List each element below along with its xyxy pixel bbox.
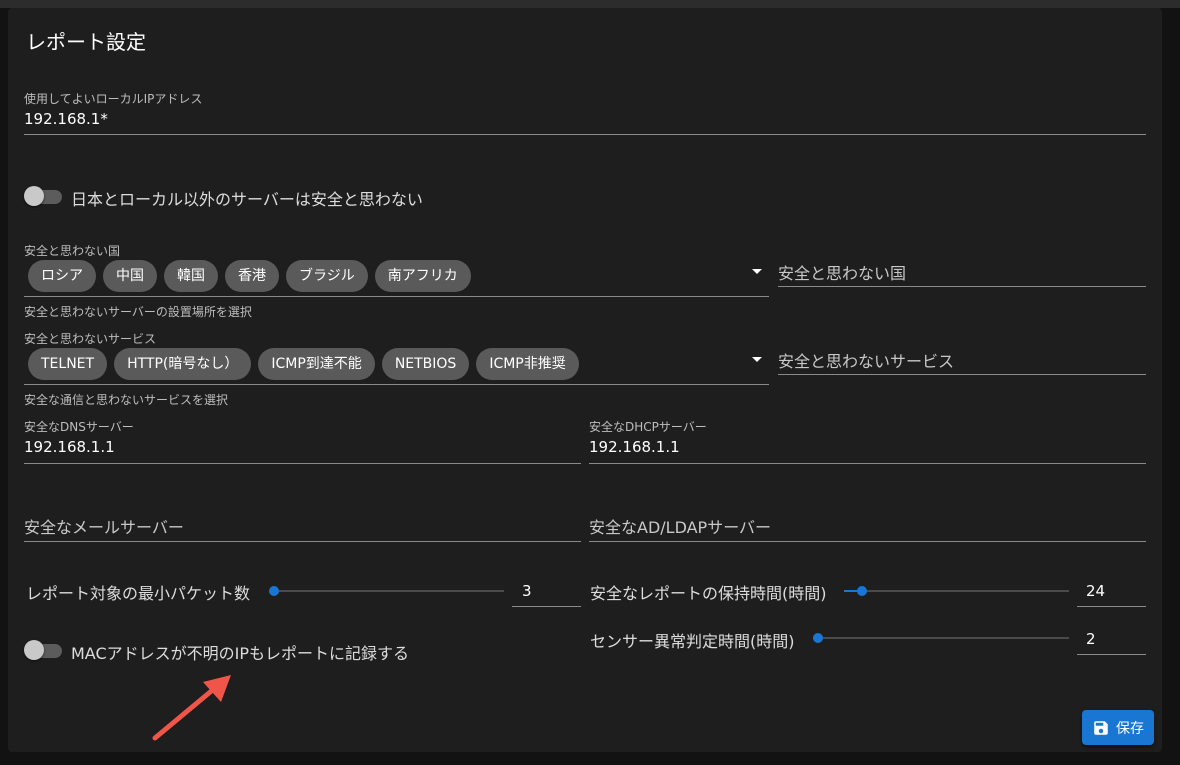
sensor-value[interactable]: 2 [1086,630,1096,648]
country-chip[interactable]: 香港 [225,260,279,292]
annotation-arrow-icon [152,675,231,741]
local-ip-underline [24,134,1146,135]
top-bar [0,0,1180,8]
countries-input-underline [778,286,1146,287]
unsafe-services-chips[interactable]: TELNET HTTP(暗号なし） ICMP到達不能 NETBIOS ICMP非… [28,348,579,380]
retention-value[interactable]: 24 [1086,582,1105,600]
dns-value[interactable]: 192.168.1.1 [24,438,115,456]
unsafe-countries-label: 安全と思わない国 [24,244,121,258]
foreign-servers-switch-label: 日本とローカル以外のサーバーは安全と思わない [71,190,423,209]
country-chip[interactable]: 中国 [103,260,157,292]
switch-thumb [24,186,44,206]
page-title: レポート設定 [26,30,146,54]
mail-server-input[interactable]: 安全なメールサーバー [24,514,184,538]
services-dropdown-arrow-icon[interactable] [752,357,762,362]
service-chip[interactable]: HTTP(暗号なし） [114,348,252,380]
service-chip[interactable]: ICMP非推奨 [476,348,579,380]
retention-label: 安全なレポートの保持時間(時間) [590,584,827,603]
country-chip[interactable]: 韓国 [164,260,218,292]
country-chip[interactable]: ブラジル [286,260,368,292]
dhcp-value[interactable]: 192.168.1.1 [589,438,680,456]
foreign-servers-switch[interactable] [24,186,62,206]
min-packets-slider-thumb[interactable] [269,586,279,596]
retention-slider-rail[interactable] [844,590,1069,592]
services-input-underline [778,374,1146,375]
country-chip[interactable]: 南アフリカ [374,260,471,292]
min-packets-value[interactable]: 3 [522,582,532,600]
dns-underline [24,463,581,464]
dhcp-label: 安全なDHCPサーバー [589,420,707,434]
service-chip[interactable]: ICMP到達不能 [258,348,375,380]
sensor-value-underline [1077,654,1146,655]
mail-server-underline [24,541,581,542]
services-underline [24,384,769,385]
sensor-slider-rail[interactable] [813,637,1069,639]
switch-thumb [24,640,44,660]
sensor-label: センサー異常判定時間(時間) [590,632,795,651]
ad-server-input[interactable]: 安全なAD/LDAPサーバー [589,514,771,538]
service-chip[interactable]: TELNET [28,348,108,380]
countries-helper-text: 安全と思わないサーバーの設置場所を選択 [24,305,252,319]
save-button-label: 保存 [1116,720,1144,737]
local-ip-value[interactable]: 192.168.1* [24,110,108,128]
mac-unknown-switch[interactable] [24,640,62,660]
min-packets-value-underline [512,606,581,607]
services-input[interactable]: 安全と思わないサービス [778,348,954,372]
local-ip-label: 使用してよいローカルIPアドレス [24,92,203,106]
sensor-slider-thumb[interactable] [813,633,823,643]
retention-value-underline [1077,606,1146,607]
dns-label: 安全なDNSサーバー [24,420,134,434]
countries-input[interactable]: 安全と思わない国 [778,260,906,284]
countries-underline [24,296,769,297]
min-packets-label: レポート対象の最小パケット数 [26,584,251,603]
service-chip[interactable]: NETBIOS [381,348,470,380]
min-packets-slider-rail[interactable] [274,590,504,592]
countries-dropdown-arrow-icon[interactable] [752,269,762,274]
retention-slider-thumb[interactable] [857,586,867,596]
ad-server-underline [589,541,1146,542]
save-button[interactable]: 保存 [1082,710,1154,745]
unsafe-countries-chips[interactable]: ロシア 中国 韓国 香港 ブラジル 南アフリカ [28,260,471,292]
country-chip[interactable]: ロシア [28,260,96,292]
services-helper-text: 安全な通信と思わないサービスを選択 [24,393,229,407]
dhcp-underline [589,463,1146,464]
save-icon [1094,720,1108,735]
unsafe-services-label: 安全と思わないサービス [24,332,157,346]
mac-unknown-switch-label: MACアドレスが不明のIPもレポートに記録する [71,644,410,663]
